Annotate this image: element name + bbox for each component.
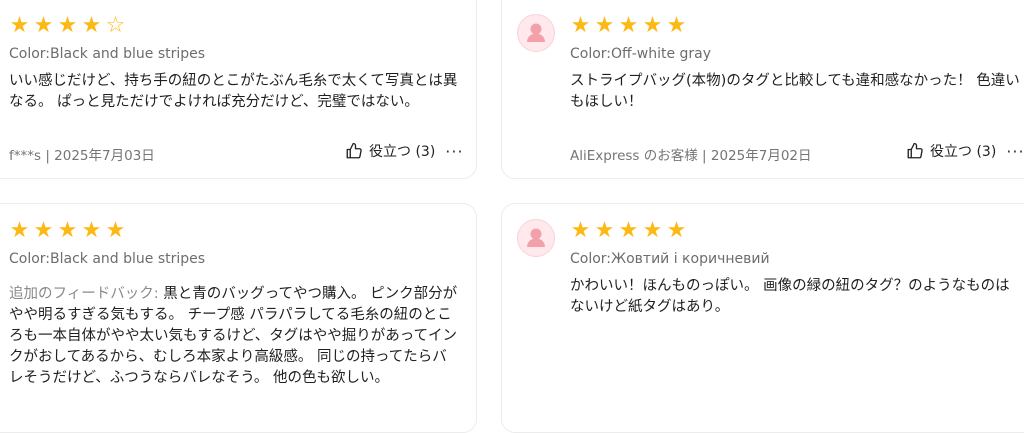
review-text: いい感じだけど、持ち手の紐のとこがたぶん毛糸で太くて写真とは異なる。 ぱっと見た… <box>9 73 458 110</box>
helpful-label: 役立つ (3) <box>930 144 997 160</box>
feedback-prefix: 追加のフィードバック: <box>9 286 164 302</box>
user-avatar-icon <box>517 14 555 52</box>
star-icon: ★ <box>57 13 78 38</box>
sku-variant: Color:Black and blue stripes <box>9 46 206 62</box>
thumbs-up-icon <box>907 142 923 159</box>
rating-stars: ★ ★ ★ ★ ★ <box>570 220 687 242</box>
review-card: ★ ★ ★ ★ ☆ Color:Black and blue stripes い… <box>0 0 477 179</box>
star-icon: ★ <box>9 13 30 38</box>
star-icon: ★ <box>33 13 54 38</box>
star-icon: ★ <box>57 218 78 243</box>
rating-stars: ★ ★ ★ ★ ☆ <box>9 15 126 37</box>
star-icon: ★ <box>666 13 687 38</box>
star-icon: ★ <box>105 218 126 243</box>
review-text: 追加のフィードバック: 黒と青のバッグってやつ購入。 ピンク部分がやや明るすぎる… <box>9 284 461 389</box>
star-icon: ★ <box>642 13 663 38</box>
helpful-label: 役立つ (3) <box>369 144 436 160</box>
user-avatar-icon <box>517 219 555 257</box>
review-meta: AliExpress のお客様 | 2025年7月02日 <box>570 148 812 164</box>
star-icon: ★ <box>570 218 591 243</box>
review-card: ★ ★ ★ ★ ★ Color:Black and blue stripes 追… <box>0 203 477 433</box>
sku-variant: Color:Жовтий і коричневий <box>570 251 770 267</box>
star-empty-icon: ☆ <box>105 13 126 38</box>
thumbs-up-icon <box>346 142 362 159</box>
star-icon: ★ <box>618 218 639 243</box>
helpful-button[interactable]: 役立つ (3) ··· <box>906 141 1024 161</box>
review-text: ストライプバッグ(本物)のタグと比較しても違和感なかった！ 色違いもほしい！ <box>570 73 1020 110</box>
star-icon: ★ <box>618 13 639 38</box>
rating-stars: ★ ★ ★ ★ ★ <box>9 220 126 242</box>
star-icon: ★ <box>9 218 30 243</box>
star-icon: ★ <box>81 13 102 38</box>
rating-stars: ★ ★ ★ ★ ★ <box>570 15 687 37</box>
star-icon: ★ <box>594 218 615 243</box>
review-meta: f***s | 2025年7月03日 <box>9 148 155 164</box>
more-icon[interactable]: ··· <box>445 142 463 161</box>
star-icon: ★ <box>594 13 615 38</box>
sku-variant: Color:Black and blue stripes <box>9 251 206 267</box>
star-icon: ★ <box>570 13 591 38</box>
star-icon: ★ <box>666 218 687 243</box>
review-card: ★ ★ ★ ★ ★ Color:Жовтий і коричневий かわいい… <box>501 203 1024 433</box>
review-text: かわいい！ほんものっぽい。 画像の緑の紐のタグ？のようなものはないけど紙タグはあ… <box>570 278 1010 315</box>
more-icon[interactable]: ··· <box>1006 142 1024 161</box>
sku-variant: Color:Off-white gray <box>570 46 712 62</box>
star-icon: ★ <box>642 218 663 243</box>
star-icon: ★ <box>81 218 102 243</box>
star-icon: ★ <box>33 218 54 243</box>
review-card: ★ ★ ★ ★ ★ Color:Off-white gray ストライプバッグ(… <box>501 0 1024 179</box>
helpful-button[interactable]: 役立つ (3) ··· <box>345 141 464 161</box>
